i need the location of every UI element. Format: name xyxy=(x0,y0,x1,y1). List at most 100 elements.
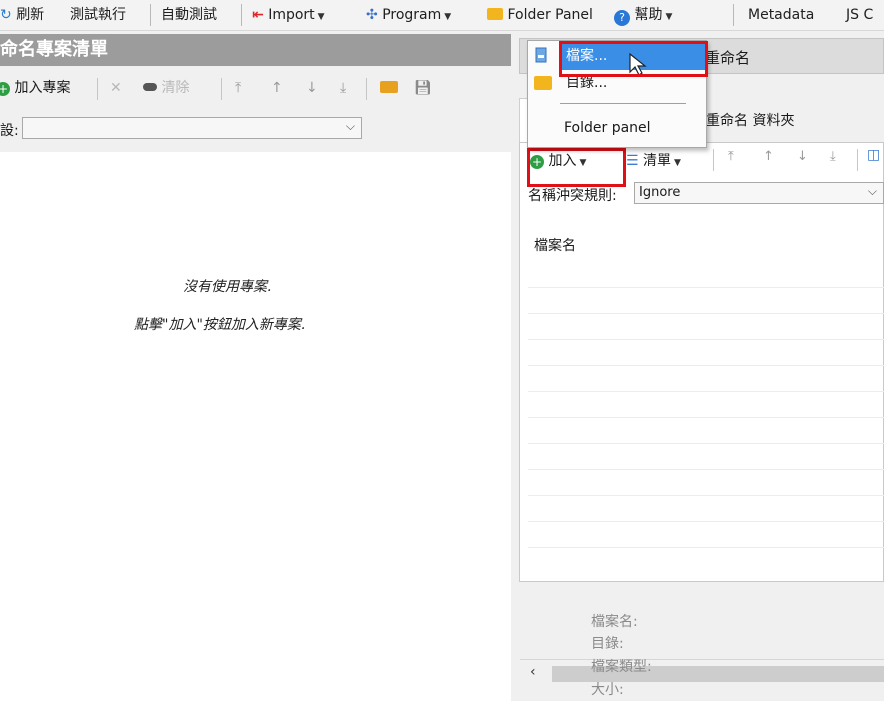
clear-button[interactable]: 清除 xyxy=(143,78,189,98)
menu-divider xyxy=(560,103,686,104)
info-size: 大小: xyxy=(591,682,624,698)
test-run-menu[interactable]: 測試執行 xyxy=(70,5,126,25)
move-top-icon: ⤒ xyxy=(728,149,734,164)
refresh-menu[interactable]: ↻ 刷新 xyxy=(0,5,44,25)
left-panel-title: 命名專案清單 xyxy=(0,34,511,66)
table-row xyxy=(528,547,884,548)
folder-panel-menu[interactable]: Folder Panel xyxy=(487,5,593,25)
chevron-left-icon[interactable]: ‹ xyxy=(530,664,536,680)
toolbar-divider xyxy=(366,78,367,100)
move-bottom-button[interactable]: ⤓ xyxy=(830,149,836,164)
chevron-down-icon: ▼ xyxy=(665,12,673,22)
rename-heading: 重命名 xyxy=(705,49,751,67)
top-menu-bar: ↻ 刷新 測試執行 自動測試 ⇤ Import ▼ ✣ Program ▼ Fold… xyxy=(0,0,884,31)
conflict-rule-value: Ignore xyxy=(639,185,681,200)
toolbar-divider xyxy=(713,149,714,171)
help-icon: ? xyxy=(614,10,630,26)
move-bottom-icon: ⤓ xyxy=(830,149,836,164)
preset-label: 設: xyxy=(0,123,19,139)
empty-message-line1: 沒有使用專案. xyxy=(183,279,272,295)
plus-circle-icon: + xyxy=(0,82,10,96)
folder-icon xyxy=(487,8,503,20)
move-down-button[interactable]: ↓ xyxy=(306,78,318,98)
preset-row: 設: ⌵ xyxy=(0,114,511,144)
move-bottom-button[interactable]: ⤓ xyxy=(340,78,346,98)
menu-divider xyxy=(733,4,734,26)
add-dropdown-menu: 檔案... 目錄... Folder panel xyxy=(527,40,707,148)
chevron-down-icon: ▼ xyxy=(674,158,681,168)
columns-icon[interactable]: ◫ xyxy=(867,147,880,163)
table-row xyxy=(528,521,884,522)
menu-item-directory[interactable]: 目錄... xyxy=(566,72,607,94)
menu-divider xyxy=(241,4,242,26)
table-row xyxy=(528,365,884,366)
info-directory: 目錄: xyxy=(591,636,624,652)
list-button[interactable]: ☰ 清單 ▼ xyxy=(626,150,681,170)
import-icon: ⇤ xyxy=(252,7,264,23)
table-row xyxy=(528,443,884,444)
conflict-rule-label: 名稱沖突規則: xyxy=(528,188,617,204)
table-row xyxy=(528,313,884,314)
open-folder-button[interactable] xyxy=(380,78,398,98)
save-icon: 💾︎ xyxy=(414,80,432,96)
chevron-down-icon: ⌵ xyxy=(867,184,877,198)
chevron-down-icon: ⌵ xyxy=(345,119,355,133)
toolbar-divider xyxy=(857,149,858,171)
import-menu[interactable]: ⇤ Import ▼ xyxy=(252,5,325,25)
auto-test-menu[interactable]: 自動測試 xyxy=(161,5,217,25)
info-filetype: 檔案類型: xyxy=(591,659,652,675)
folder-icon xyxy=(534,76,552,90)
close-icon: ✕ xyxy=(110,80,122,96)
help-menu[interactable]: ? 幫助 ▼ xyxy=(614,5,673,26)
tab-rename-folder[interactable]: 重命名 資料夾 xyxy=(706,110,794,130)
arrow-down-icon: ↓ xyxy=(306,80,318,96)
arrow-up-icon: ↑ xyxy=(271,80,283,96)
right-panel-content: + 加入 ▼ ☰ 清單 ▼ ⤒ ↑ ↓ ⤓ ◫ 名稱沖突規則: Ignore ⌵ 檔… xyxy=(519,142,884,688)
move-down-button[interactable]: ↓ xyxy=(797,149,808,164)
menu-divider xyxy=(150,4,151,26)
arrow-down-icon: ↓ xyxy=(797,149,808,164)
refresh-icon: ↻ xyxy=(0,7,12,23)
eraser-icon xyxy=(143,83,157,91)
info-filename: 檔案名: xyxy=(591,614,638,630)
conflict-rule-select[interactable]: Ignore ⌵ xyxy=(634,182,884,204)
horizontal-scrollbar[interactable]: ‹ xyxy=(520,659,884,688)
save-button[interactable]: 💾︎ xyxy=(414,78,432,98)
add-project-button[interactable]: + 加入專案 xyxy=(0,78,70,98)
js-menu[interactable]: JS C xyxy=(846,5,873,25)
chevron-down-icon: ▼ xyxy=(317,12,325,22)
left-toolbar: + 加入專案 ✕ 清除 ⤒ ↑ ↓ ⤓ 💾︎ xyxy=(0,70,511,106)
menu-item-folder-panel[interactable]: Folder panel xyxy=(564,117,651,139)
table-row xyxy=(528,339,884,340)
toolbar-divider xyxy=(221,78,222,100)
table-row xyxy=(528,469,884,470)
folder-open-icon xyxy=(380,81,398,93)
delete-button[interactable]: ✕ xyxy=(110,78,122,98)
menu-item-files[interactable]: 檔案... xyxy=(566,45,607,67)
toolbar-divider xyxy=(97,78,98,100)
table-row xyxy=(528,495,884,496)
project-list[interactable]: 沒有使用專案. 點擊"加入"按鈕加入新專案. xyxy=(0,152,511,701)
add-files-button[interactable]: + 加入 ▼ xyxy=(530,150,586,170)
preset-select[interactable]: ⌵ xyxy=(22,117,362,139)
move-bottom-icon: ⤓ xyxy=(340,80,347,96)
table-row xyxy=(528,391,884,392)
table-row xyxy=(528,417,884,418)
program-menu[interactable]: ✣ Program ▼ xyxy=(366,5,451,25)
program-icon: ✣ xyxy=(366,7,378,23)
mouse-cursor-icon xyxy=(628,53,648,77)
empty-message-line2: 點擊"加入"按鈕加入新專案. xyxy=(134,317,306,333)
column-header-filename[interactable]: 檔案名 xyxy=(534,235,576,255)
move-top-button[interactable]: ⤒ xyxy=(235,78,241,98)
chevron-down-icon: ▼ xyxy=(579,158,587,168)
move-up-button[interactable]: ↑ xyxy=(271,78,283,98)
file-icon xyxy=(534,47,550,63)
plus-circle-icon: + xyxy=(530,155,544,169)
arrow-up-icon: ↑ xyxy=(763,149,774,164)
move-top-button[interactable]: ⤒ xyxy=(728,149,734,164)
metadata-menu[interactable]: Metadata xyxy=(748,5,814,25)
list-icon: ☰ xyxy=(626,153,639,169)
table-row xyxy=(528,287,884,288)
move-top-icon: ⤒ xyxy=(235,80,242,96)
move-up-button[interactable]: ↑ xyxy=(763,149,774,164)
